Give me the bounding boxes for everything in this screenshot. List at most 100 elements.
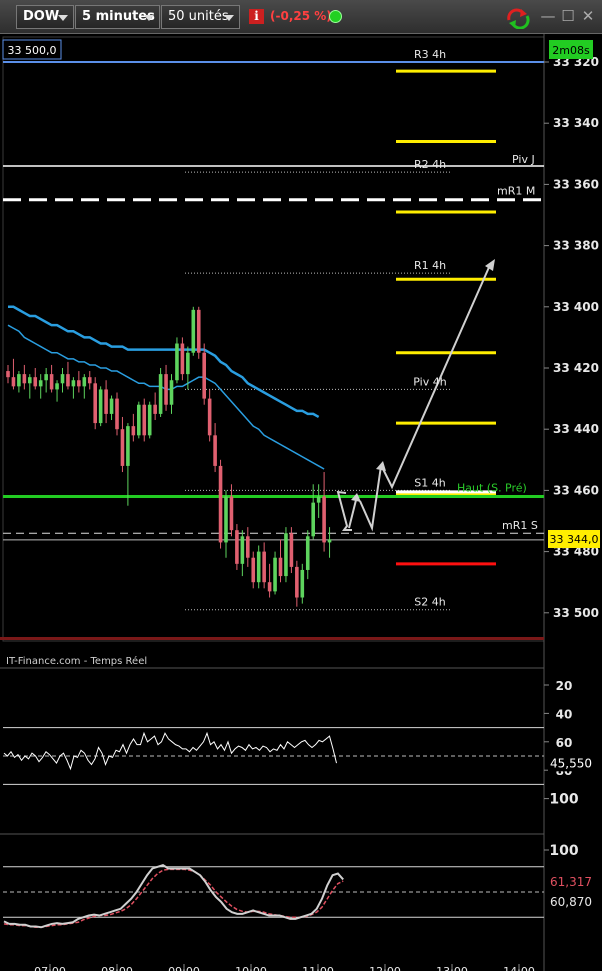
x-tick-label: 10:00 — [235, 965, 267, 971]
candle-body — [55, 383, 59, 390]
data-source-label: IT-Finance.com - Temps Réel — [6, 655, 147, 667]
chart-area[interactable]: 1008060402045,550 10061,31760,870 33 500… — [0, 34, 602, 971]
candle-body — [240, 536, 245, 564]
status-indicator-icon — [329, 10, 342, 23]
pivot-label: S2 4h — [414, 596, 445, 609]
candle-body — [93, 383, 97, 424]
candle-body — [251, 557, 256, 583]
pivot-label: Piv 4h — [413, 375, 446, 388]
close-icon[interactable]: ✕ — [580, 8, 596, 24]
y-tick-label: 100 — [549, 792, 578, 808]
candle-body — [246, 536, 250, 558]
candle-body — [147, 404, 152, 436]
units-select[interactable]: 50 unités — [161, 5, 240, 29]
candle-body — [267, 582, 272, 592]
candle-body — [202, 352, 206, 399]
instrument-select[interactable]: DOW — [16, 5, 74, 29]
candle-body — [17, 374, 21, 387]
candle-body — [28, 377, 32, 384]
panel-separator[interactable] — [0, 637, 544, 640]
osc2-k-value: 61,317 — [550, 875, 592, 889]
candle-body — [66, 374, 70, 387]
candle-body — [77, 380, 81, 387]
candle-body — [82, 377, 87, 387]
candle-body — [60, 374, 65, 384]
level-label: Piv J — [512, 153, 535, 166]
y-tick-label: 33 400 — [553, 300, 599, 314]
minimize-icon[interactable]: — — [540, 8, 556, 24]
level-label: mR1 M — [497, 185, 535, 198]
candle-body — [262, 551, 266, 583]
y-tick-label: 33 380 — [553, 239, 599, 253]
crosshair-price: 33 500,0 — [8, 44, 57, 57]
candle-body — [137, 404, 141, 436]
y-tick-label: 33 440 — [553, 422, 599, 436]
candle-body — [316, 496, 321, 503]
candle-body — [229, 496, 234, 531]
candle-body — [278, 557, 283, 577]
pivot-label: R3 4h — [414, 48, 446, 61]
y-tick-label: 100 — [549, 843, 578, 859]
candle-body — [235, 530, 239, 564]
timer-label: 2m08s — [552, 44, 590, 57]
candle-body — [289, 533, 294, 567]
refresh-icon[interactable] — [505, 7, 531, 29]
candle-body — [305, 536, 310, 570]
candle-body — [191, 309, 196, 353]
candle-body — [98, 389, 103, 424]
candle-body — [142, 404, 147, 436]
candle-body — [186, 352, 190, 375]
candle-body — [180, 343, 185, 375]
candle-body — [11, 377, 16, 387]
y-tick-label: 33 500 — [553, 606, 599, 620]
candle-body — [295, 566, 299, 598]
candle-body — [38, 380, 43, 387]
candle-body — [322, 496, 326, 543]
y-tick-label: 20 — [556, 679, 573, 693]
candle-body — [153, 404, 157, 414]
osc2-d-value: 60,870 — [550, 895, 592, 909]
candle-body — [71, 380, 76, 387]
candle-body — [115, 398, 119, 430]
candle-body — [175, 343, 179, 381]
candle-body — [49, 374, 54, 390]
y-tick-label: 40 — [556, 707, 573, 721]
candle-body — [256, 551, 261, 583]
candle-body — [273, 557, 277, 592]
interval-select[interactable]: 5 minutes — [75, 5, 160, 29]
chevron-down-icon — [58, 15, 68, 21]
x-tick-label: 13:00 — [436, 965, 468, 971]
pivot-label: R2 4h — [414, 158, 446, 171]
level-label: Haut (S. Pré) — [457, 482, 527, 495]
units-label: 50 unités — [168, 9, 229, 24]
toolbar: DOW 5 minutes 50 unités i (-0,25 %) — ☐ … — [0, 0, 602, 34]
candle-body — [284, 533, 288, 577]
maximize-icon[interactable]: ☐ — [560, 8, 576, 24]
candle-body — [158, 374, 163, 414]
candle-body — [44, 374, 48, 381]
chart-background — [0, 34, 602, 971]
y-tick-label: 33 340 — [553, 116, 599, 130]
candle-body — [22, 374, 27, 384]
pivot-label: S1 4h — [414, 476, 445, 489]
y-tick-label: 33 360 — [553, 177, 599, 191]
candle-body — [109, 398, 114, 414]
candle-body — [164, 374, 168, 405]
osc1-value: 45,550 — [550, 756, 592, 770]
x-tick-label: 12:00 — [369, 965, 401, 971]
y-tick-label: 60 — [556, 736, 573, 750]
x-tick-label: 07:00 — [34, 965, 66, 971]
candle-body — [104, 389, 108, 414]
info-icon[interactable]: i — [249, 9, 264, 24]
chevron-down-icon — [224, 15, 234, 21]
candle-body — [196, 309, 201, 353]
candle-body — [218, 465, 223, 543]
candle-body — [169, 380, 174, 405]
candle-body — [207, 398, 212, 436]
candle-body — [87, 377, 92, 384]
candle-body — [311, 502, 315, 537]
pivot-label: R1 4h — [414, 259, 446, 272]
instrument-label: DOW — [23, 9, 60, 24]
chevron-down-icon — [144, 15, 154, 21]
candle-body — [131, 426, 136, 436]
